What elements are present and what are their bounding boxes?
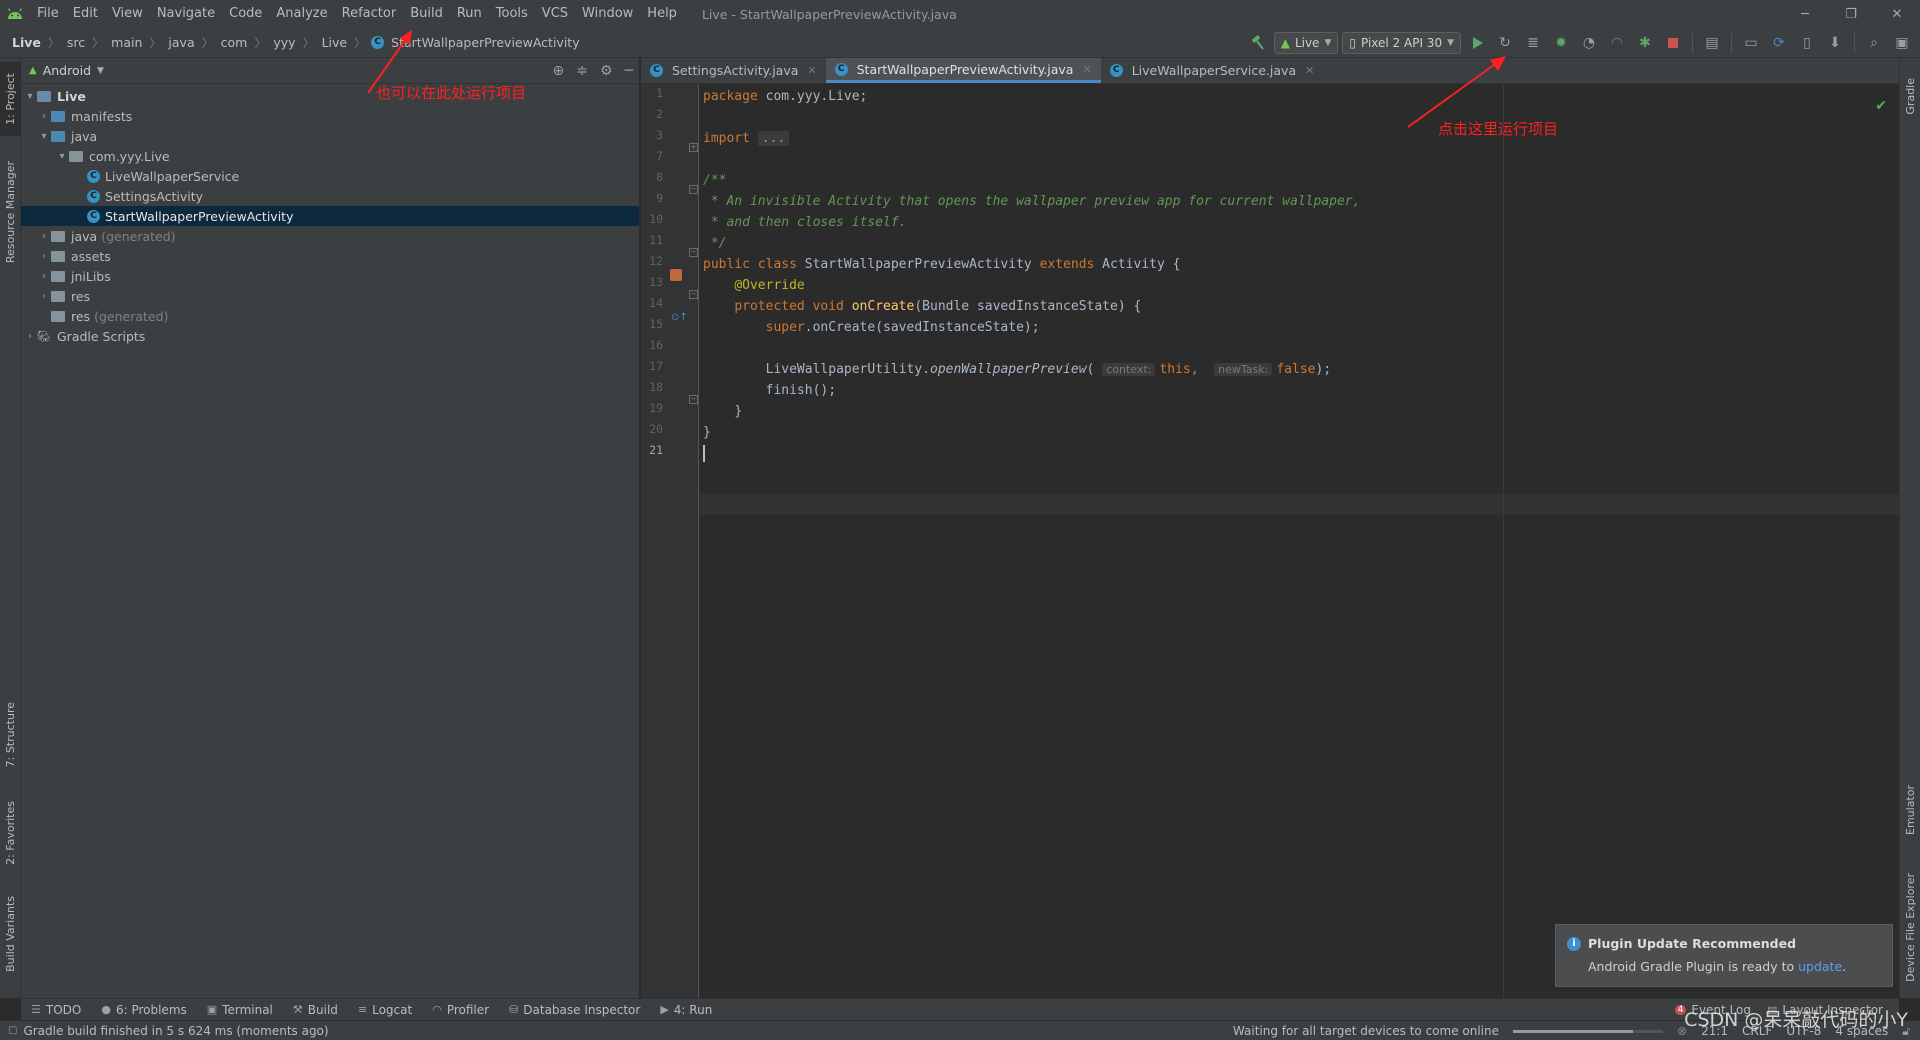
status-left: ▢ Gradle build finished in 5 s 624 ms (m… [0,1024,329,1038]
tool-window-terminal[interactable]: ▣ Terminal [197,1003,283,1017]
tool-window-label: TODO [45,1002,82,1017]
status-bar: ▢ Gradle build finished in 5 s 624 ms (m… [0,1020,1920,1040]
tool-window-label: 6: Problems [115,1002,187,1017]
tool-window-label: Terminal [222,1002,273,1017]
annotation-arrows [367,30,1506,128]
tool-window-profiler[interactable]: ◠ Profiler [422,1003,499,1017]
info-icon: i [1567,937,1581,951]
tool-window-label: Logcat [372,1002,413,1017]
tool-window-label: 4: Run [673,1002,713,1017]
tool-window-run[interactable]: ▶ 4: Run [650,1003,722,1017]
tool-window-label: Database Inspector [523,1002,641,1017]
hammer-icon: ⚒ [292,1003,303,1016]
logcat-icon: ≡ [357,1003,368,1016]
annotation-toolbar-run-text: 点击这里运行项目 [1438,120,1559,138]
tool-window-todo[interactable]: ☰ TODO [21,1003,91,1017]
notification-body: Android Gradle Plugin is ready to update… [1588,959,1846,974]
annotation-arrow-toolbar-run [1407,56,1506,128]
update-link[interactable]: update [1798,959,1842,974]
run-icon: ▶ [660,1003,669,1016]
bottom-tool-bar: ☰ TODO ● 6: Problems ▣ Terminal ⚒ Build ≡ Log… [21,998,1899,1020]
annotation-menu-run-text: 也可以在此处运行项目 [376,84,527,102]
database-icon: ⛁ [509,1003,519,1016]
tool-window-label: Profiler [446,1002,490,1017]
problems-icon: ● [101,1003,111,1016]
progress-fill [1513,1029,1633,1033]
watermark: CSDN @呆呆敲代码的小Y [1684,1009,1908,1031]
plugin-update-notification[interactable]: i Plugin Update Recommended Android Grad… [1555,924,1893,987]
notification-text: Android Gradle Plugin is ready to [1588,959,1799,974]
list-icon: ☰ [31,1003,41,1016]
terminal-icon: ▣ [206,1003,218,1016]
tool-window-label: Build [307,1002,338,1017]
background-task-progress [1513,1029,1663,1033]
status-window-icon[interactable]: ▢ [8,1025,17,1036]
background-task-text[interactable]: Waiting for all target devices to come o… [1233,1024,1499,1038]
profiler-icon: ◠ [432,1003,442,1016]
status-message[interactable]: Gradle build finished in 5 s 624 ms (mom… [23,1024,328,1038]
tool-window-problems[interactable]: ● 6: Problems [91,1003,196,1017]
notification-title: Plugin Update Recommended [1588,936,1797,951]
tool-window-logcat[interactable]: ≡ Logcat [348,1003,422,1017]
notification-text: . [1842,959,1847,974]
tool-window-build[interactable]: ⚒ Build [283,1003,348,1017]
tool-window-database-inspector[interactable]: ⛁ Database Inspector [499,1003,650,1017]
